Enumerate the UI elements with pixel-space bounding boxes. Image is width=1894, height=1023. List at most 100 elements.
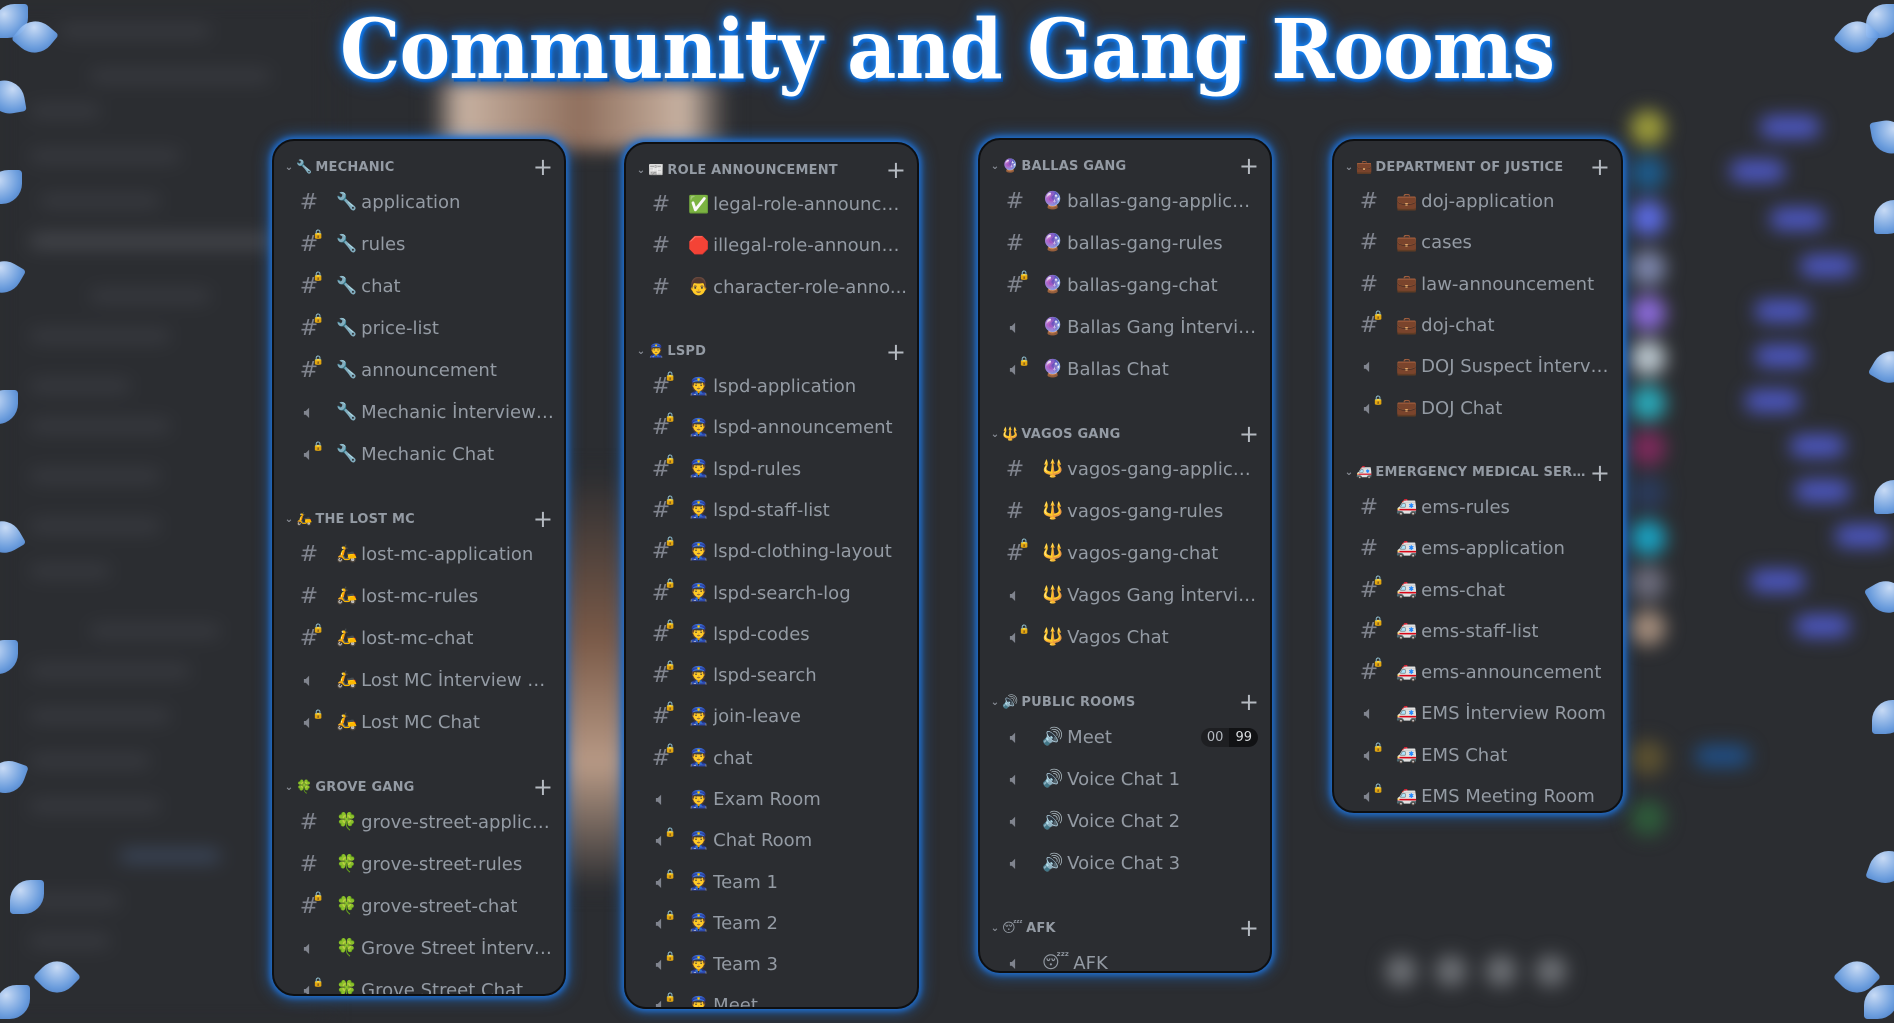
category-header-emergency-medical-serv[interactable]: ⌄ 🚑 EMERGENCY MEDICAL SERV... + xyxy=(1340,459,1611,487)
channel-item-lost-mc-chat[interactable]: 🔈︎ 🔒 🛵 Lost MC Chat xyxy=(280,701,554,743)
chevron-down-icon[interactable]: ⌄ xyxy=(634,165,648,176)
channel-item-ballas-gang-i-ntervie[interactable]: 🔈︎ 🔮 Ballas Gang İntervie... xyxy=(986,306,1260,348)
channel-item-ems-announcement[interactable]: # 🔒 🚑 ems-announcement xyxy=(1340,652,1611,693)
channel-item-lspd-codes[interactable]: # 🔒 👮 lspd-codes xyxy=(632,614,907,655)
channel-item-grove-street-applica[interactable]: # 🍀 grove-street-applica... xyxy=(280,801,554,843)
channel-item-grove-street-rules[interactable]: # 🍀 grove-street-rules xyxy=(280,843,554,885)
channel-item-ems-meeting-room[interactable]: 🔈︎ 🔒 🚑 EMS Meeting Room xyxy=(1340,776,1611,811)
category-header-afk[interactable]: ⌄ 😴 AFK + xyxy=(986,914,1260,942)
channel-item-doj-chat[interactable]: 🔈︎ 🔒 💼 DOJ Chat xyxy=(1340,387,1611,428)
channel-item-announcement[interactable]: # 🔒 🔧 announcement xyxy=(280,349,554,391)
category-header-lspd[interactable]: ⌄ 👮 LSPD + xyxy=(632,338,907,366)
channel-item-ballas-gang-rules[interactable]: # 🔮 ballas-gang-rules xyxy=(986,222,1260,264)
channel-item-ems-i-nterview-room[interactable]: 🔈︎ 🚑 EMS İnterview Room xyxy=(1340,693,1611,734)
category-header-vagos-gang[interactable]: ⌄ 🔱 VAGOS GANG + xyxy=(986,420,1260,448)
chevron-down-icon[interactable]: ⌄ xyxy=(282,514,296,525)
channel-item-ems-staff-list[interactable]: # 🔒 🚑 ems-staff-list xyxy=(1340,611,1611,652)
chevron-down-icon[interactable]: ⌄ xyxy=(282,782,296,793)
create-channel-plus-icon[interactable]: + xyxy=(532,507,554,531)
channel-item-lost-mc-chat[interactable]: # 🔒 🛵 lost-mc-chat xyxy=(280,617,554,659)
channel-item-mechanic-i-nterview-r[interactable]: 🔈︎ 🔧 Mechanic İnterview R... xyxy=(280,391,554,433)
category-header-the-lost-mc[interactable]: ⌄ 🛵 THE LOST MC + xyxy=(280,505,554,533)
channel-item-lspd-clothing-layout[interactable]: # 🔒 👮 lspd-clothing-layout xyxy=(632,531,907,572)
channel-item-afk[interactable]: 🔈︎ 😴 AFK xyxy=(986,942,1260,972)
create-channel-plus-icon[interactable]: + xyxy=(1238,690,1260,714)
channel-item-meet[interactable]: 🔈︎ 🔊 Meet 00 99 xyxy=(986,716,1260,758)
channel-name: Ballas Gang İntervie... xyxy=(1067,316,1260,338)
channel-item-vagos-gang-i-nterview[interactable]: 🔈︎ 🔱 Vagos Gang İnterview... xyxy=(986,574,1260,616)
create-channel-plus-icon[interactable]: + xyxy=(885,158,907,182)
channel-item-team-1[interactable]: 🔈︎ 🔒 👮 Team 1 xyxy=(632,861,907,902)
channel-item-exam-room[interactable]: 🔈︎ 👮 Exam Room xyxy=(632,779,907,820)
create-channel-plus-icon[interactable]: + xyxy=(532,775,554,799)
channel-item-meet[interactable]: 🔈︎ 🔒 👮 Meet xyxy=(632,985,907,1007)
create-channel-plus-icon[interactable]: + xyxy=(532,155,554,179)
channel-item-ballas-gang-applicati[interactable]: # 🔮 ballas-gang-applicati... xyxy=(986,180,1260,222)
channel-item-illegal-role-announce[interactable]: # 🛑 illegal-role-announce... xyxy=(632,225,907,266)
category-header-grove-gang[interactable]: ⌄ 🍀 GROVE GANG + xyxy=(280,773,554,801)
channel-item-voice-chat-3[interactable]: 🔈︎ 🔊 Voice Chat 3 xyxy=(986,842,1260,884)
category-header-public-rooms[interactable]: ⌄ 🔊 PUBLIC ROOMS + xyxy=(986,688,1260,716)
channel-item-chat[interactable]: # 🔒 👮 chat xyxy=(632,738,907,779)
create-channel-plus-icon[interactable]: + xyxy=(1589,461,1611,485)
chevron-down-icon[interactable]: ⌄ xyxy=(988,923,1002,934)
channel-item-vagos-chat[interactable]: 🔈︎ 🔒 🔱 Vagos Chat xyxy=(986,616,1260,658)
channel-item-grove-street-chat[interactable]: # 🔒 🍀 grove-street-chat xyxy=(280,885,554,927)
category-header-department-of-justice[interactable]: ⌄ 💼 DEPARTMENT OF JUSTICE + xyxy=(1340,153,1611,181)
channel-item-voice-chat-2[interactable]: 🔈︎ 🔊 Voice Chat 2 xyxy=(986,800,1260,842)
channel-item-ems-rules[interactable]: # 🚑 ems-rules xyxy=(1340,487,1611,528)
channel-item-lspd-application[interactable]: # 🔒 👮 lspd-application xyxy=(632,366,907,407)
channel-item-doj-suspect-i-ntervie[interactable]: 🔈︎ 💼 DOJ Suspect İntervie... xyxy=(1340,346,1611,387)
create-channel-plus-icon[interactable]: + xyxy=(1238,154,1260,178)
create-channel-plus-icon[interactable]: + xyxy=(1589,155,1611,179)
channel-item-rules[interactable]: # 🔒 🔧 rules xyxy=(280,223,554,265)
channel-item-lost-mc-rules[interactable]: # 🛵 lost-mc-rules xyxy=(280,575,554,617)
category-header-ballas-gang[interactable]: ⌄ 🔮 BALLAS GANG + xyxy=(986,152,1260,180)
channel-emoji-icon: 🔱 xyxy=(1042,627,1064,647)
chevron-down-icon[interactable]: ⌄ xyxy=(988,161,1002,172)
channel-item-doj-application[interactable]: # 💼 doj-application xyxy=(1340,181,1611,222)
channel-item-vagos-gang-rules[interactable]: # 🔱 vagos-gang-rules xyxy=(986,490,1260,532)
channel-item-mechanic-chat[interactable]: 🔈︎ 🔒 🔧 Mechanic Chat xyxy=(280,433,554,475)
channel-item-ems-application[interactable]: # 🚑 ems-application xyxy=(1340,528,1611,569)
channel-item-grove-street-chat[interactable]: 🔈︎ 🔒 🍀 Grove Street Chat xyxy=(280,969,554,995)
category-header-role-announcement[interactable]: ⌄ 📰 ROLE ANNOUNCEMENT + xyxy=(632,156,907,184)
channel-item-lspd-search[interactable]: # 🔒 👮 lspd-search xyxy=(632,655,907,696)
chevron-down-icon[interactable]: ⌄ xyxy=(1342,162,1356,173)
channel-item-team-3[interactable]: 🔈︎ 🔒 👮 Team 3 xyxy=(632,944,907,985)
channel-item-lspd-search-log[interactable]: # 🔒 👮 lspd-search-log xyxy=(632,572,907,613)
chevron-down-icon[interactable]: ⌄ xyxy=(282,162,296,173)
channel-item-join-leave[interactable]: # 🔒 👮 join-leave xyxy=(632,696,907,737)
channel-item-chat-room[interactable]: 🔈︎ 🔒 👮 Chat Room xyxy=(632,820,907,861)
channel-item-price-list[interactable]: # 🔒 🔧 price-list xyxy=(280,307,554,349)
channel-item-ballas-gang-chat[interactable]: # 🔒 🔮 ballas-gang-chat xyxy=(986,264,1260,306)
channel-item-lost-mc-i-nterview-ro[interactable]: 🔈︎ 🛵 Lost MC İnterview Ro... xyxy=(280,659,554,701)
channel-item-chat[interactable]: # 🔒 🔧 chat xyxy=(280,265,554,307)
create-channel-plus-icon[interactable]: + xyxy=(1238,422,1260,446)
channel-item-law-announcement[interactable]: # 💼 law-announcement xyxy=(1340,264,1611,305)
channel-item-ems-chat[interactable]: # 🔒 🚑 ems-chat xyxy=(1340,569,1611,610)
channel-item-cases[interactable]: # 💼 cases xyxy=(1340,222,1611,263)
channel-item-voice-chat-1[interactable]: 🔈︎ 🔊 Voice Chat 1 xyxy=(986,758,1260,800)
channel-item-lost-mc-application[interactable]: # 🛵 lost-mc-application xyxy=(280,533,554,575)
channel-item-ballas-chat[interactable]: 🔈︎ 🔒 🔮 Ballas Chat xyxy=(986,348,1260,390)
channel-item-team-2[interactable]: 🔈︎ 🔒 👮 Team 2 xyxy=(632,903,907,944)
channel-item-ems-chat[interactable]: 🔈︎ 🔒 🚑 EMS Chat xyxy=(1340,735,1611,776)
channel-item-application[interactable]: # 🔧 application xyxy=(280,181,554,223)
channel-item-lspd-rules[interactable]: # 🔒 👮 lspd-rules xyxy=(632,448,907,489)
channel-item-lspd-announcement[interactable]: # 🔒 👮 lspd-announcement xyxy=(632,407,907,448)
create-channel-plus-icon[interactable]: + xyxy=(885,340,907,364)
channel-item-lspd-staff-list[interactable]: # 🔒 👮 lspd-staff-list xyxy=(632,490,907,531)
channel-item-character-role-anno[interactable]: # 👨 character-role-anno... xyxy=(632,267,907,308)
chevron-down-icon[interactable]: ⌄ xyxy=(634,346,648,357)
channel-item-grove-street-i-ntervie[interactable]: 🔈︎ 🍀 Grove Street İntervie... xyxy=(280,927,554,969)
channel-item-vagos-gang-applicati[interactable]: # 🔱 vagos-gang-applicati... xyxy=(986,448,1260,490)
channel-item-doj-chat[interactable]: # 🔒 💼 doj-chat xyxy=(1340,305,1611,346)
category-header-mechanic[interactable]: ⌄ 🔧 MECHANIC + xyxy=(280,153,554,181)
chevron-down-icon[interactable]: ⌄ xyxy=(988,429,1002,440)
chevron-down-icon[interactable]: ⌄ xyxy=(988,697,1002,708)
channel-item-vagos-gang-chat[interactable]: # 🔒 🔱 vagos-gang-chat xyxy=(986,532,1260,574)
create-channel-plus-icon[interactable]: + xyxy=(1238,916,1260,940)
channel-item-legal-role-announce[interactable]: # ✅ legal-role-announce... xyxy=(632,184,907,225)
chevron-down-icon[interactable]: ⌄ xyxy=(1342,467,1356,478)
